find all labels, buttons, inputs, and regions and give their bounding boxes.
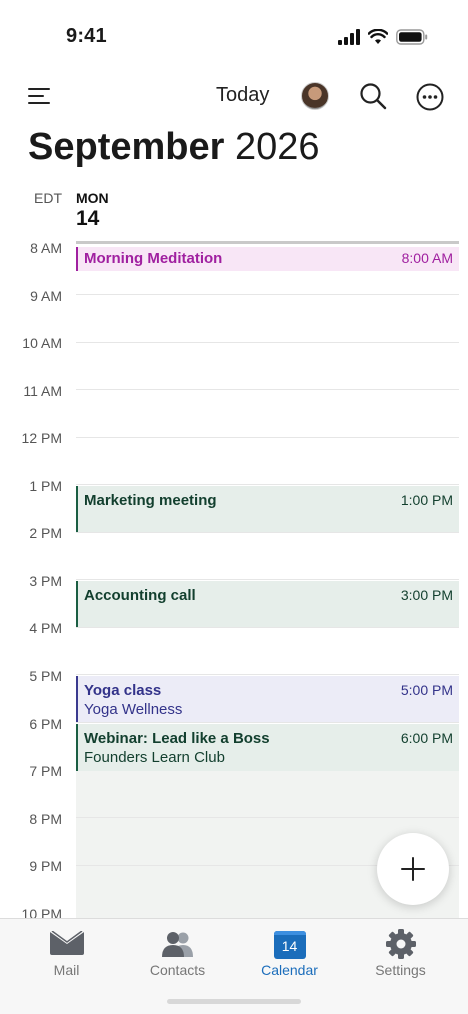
tab-calendar[interactable]: 14 Calendar [231,919,348,989]
hour-label: 9 AM [30,288,62,304]
event-title: Marketing meeting [84,492,217,509]
calendar-icon-date: 14 [281,938,298,954]
hour-gridline [76,627,459,628]
day-name[interactable]: MON [76,190,109,206]
home-indicator [167,999,301,1004]
event-time: 1:00 PM [400,492,453,508]
add-event-button[interactable] [377,833,449,905]
hour-gridline [76,674,459,675]
calendar-icon: 14 [273,931,306,959]
gear-icon [385,929,416,959]
contacts-icon [161,932,193,957]
hour-label: 6 PM [29,716,62,732]
event-accounting-call[interactable]: Accounting call 3:00 PM [76,581,459,627]
status-time: 9:41 [66,25,107,47]
menu-icon[interactable] [26,83,54,109]
event-yoga-class[interactable]: Yoga class 5:00 PM Yoga Wellness [76,676,459,722]
hour-gridline [76,484,459,485]
search-icon[interactable] [358,81,388,111]
hour-label: 8 AM [30,240,62,256]
event-morning-meditation[interactable]: Morning Meditation 8:00 AM [76,247,459,271]
event-time: 8:00 AM [401,250,453,266]
hour-label: 4 PM [29,620,62,636]
event-webinar[interactable]: Webinar: Lead like a Boss 6:00 PM Founde… [76,724,459,771]
hour-gridline [76,437,459,438]
page-title: September 2026 [28,126,320,169]
event-title: Webinar: Lead like a Boss [84,730,270,747]
event-time: 6:00 PM [400,730,453,746]
tab-label: Contacts [149,962,206,978]
event-title: Yoga class [84,682,162,699]
event-time: 5:00 PM [400,682,453,698]
more-options-icon[interactable] [415,82,445,112]
event-title: Accounting call [84,587,196,604]
hour-label: 8 PM [29,811,62,827]
header-divider [76,241,459,244]
hour-gridline [76,532,459,533]
mail-icon [49,931,84,955]
title-month: September [28,126,225,168]
battery-icon [396,29,428,45]
hour-label: 5 PM [29,668,62,684]
wifi-icon [368,29,388,44]
hour-gridline [76,294,459,295]
tab-settings[interactable]: Settings [342,919,459,989]
hour-gridline [76,342,459,343]
tab-label: Mail [53,962,80,978]
event-marketing-meeting[interactable]: Marketing meeting 1:00 PM [76,486,459,532]
hour-label: 9 PM [29,858,62,874]
status-bar: 9:41 [0,0,468,70]
today-button[interactable]: Today [216,84,269,107]
title-year: 2026 [234,126,320,168]
tab-mail[interactable]: Mail [8,919,125,989]
hour-label: 2 PM [29,525,62,541]
event-subtitle: Founders Learn Club [84,749,225,766]
hour-label: 1 PM [29,478,62,494]
event-title: Morning Meditation [84,250,223,267]
hour-gridline [76,722,459,723]
tab-contacts[interactable]: Contacts [119,919,236,989]
toolbar: Today [0,72,468,122]
hour-gridline [76,579,459,580]
timezone-label: EDT [34,190,62,206]
tab-label: Calendar [261,962,318,978]
hour-gridline [76,389,459,390]
event-subtitle: Yoga Wellness [84,701,183,718]
hour-label: 10 AM [22,335,62,351]
status-icons [338,28,428,46]
event-time: 3:00 PM [400,587,453,603]
hour-label: 3 PM [29,573,62,589]
hour-label: 7 PM [29,763,62,779]
plus-icon [401,857,425,881]
cellular-signal-icon [338,29,360,45]
day-number[interactable]: 14 [76,207,99,231]
hour-label: 12 PM [21,430,62,446]
hour-gridline [76,817,459,818]
avatar[interactable] [301,82,329,110]
tab-label: Settings [375,962,426,978]
hour-label: 11 AM [23,383,62,399]
